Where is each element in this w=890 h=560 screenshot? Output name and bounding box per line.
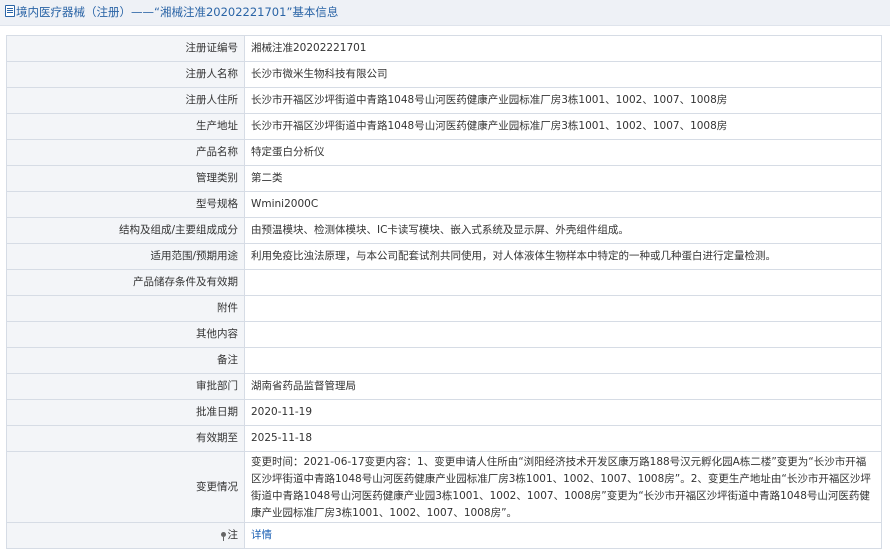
row-value-product-name: 特定蛋白分析仪 xyxy=(244,139,882,166)
row-value-other-content xyxy=(244,321,882,348)
row-label-registrant-address: 注册人住所 xyxy=(6,87,245,114)
table-row: 注 详情 xyxy=(6,522,882,549)
row-value-registration-number: 湘械注准20202221701 xyxy=(244,35,882,62)
document-icon xyxy=(5,5,15,17)
table-row: 附件 xyxy=(6,295,882,322)
row-label-storage-validity: 产品储存条件及有效期 xyxy=(6,269,245,296)
row-label-remarks: 备注 xyxy=(6,347,245,374)
row-label-production-address: 生产地址 xyxy=(6,113,245,140)
row-label-note: 注 xyxy=(6,522,245,549)
row-value-storage-validity xyxy=(244,269,882,296)
row-value-remarks xyxy=(244,347,882,374)
row-label-product-name: 产品名称 xyxy=(6,139,245,166)
row-label-valid-until: 有效期至 xyxy=(6,425,245,452)
table-row: 注册证编号 湘械注准20202221701 xyxy=(6,35,882,62)
row-value-note: 详情 xyxy=(244,522,882,549)
row-label-change-history: 变更情况 xyxy=(6,451,245,523)
pin-icon xyxy=(220,532,226,541)
row-value-intended-use: 利用免疫比浊法原理，与本公司配套试剂共同使用，对人体液体生物样本中特定的一种或几… xyxy=(244,243,882,270)
row-value-approval-date: 2020-11-19 xyxy=(244,399,882,426)
table-row: 管理类别 第二类 xyxy=(6,165,882,192)
row-label-registrant-name: 注册人名称 xyxy=(6,61,245,88)
header-category: 境内医疗器械（注册）—— xyxy=(16,5,154,19)
header-title: “湘械注准20202221701”基本信息 xyxy=(154,5,339,19)
table-row: 生产地址 长沙市开福区沙坪街道中青路1048号山河医药健康产业园标准厂房3栋10… xyxy=(6,113,882,140)
table-row: 注册人住所 长沙市开福区沙坪街道中青路1048号山河医药健康产业园标准厂房3栋1… xyxy=(6,87,882,114)
table-row: 结构及组成/主要组成成分 由预温模块、检测体模块、IC卡读写模块、嵌入式系统及显… xyxy=(6,217,882,244)
table-row: 备注 xyxy=(6,347,882,374)
row-value-attachment xyxy=(244,295,882,322)
row-value-registrant-name: 长沙市微米生物科技有限公司 xyxy=(244,61,882,88)
table-row: 产品名称 特定蛋白分析仪 xyxy=(6,139,882,166)
table-row: 变更情况 变更时间：2021-06-17变更内容：1、变更申请人住所由“浏阳经济… xyxy=(6,451,882,523)
table-row: 注册人名称 长沙市微米生物科技有限公司 xyxy=(6,61,882,88)
registration-info-table: 注册证编号 湘械注准20202221701 注册人名称 长沙市微米生物科技有限公… xyxy=(6,35,882,549)
table-row: 有效期至 2025-11-18 xyxy=(6,425,882,452)
row-label-model-spec: 型号规格 xyxy=(6,191,245,218)
table-row: 审批部门 湖南省药品监督管理局 xyxy=(6,373,882,400)
row-value-model-spec: Wmini2000C xyxy=(244,191,882,218)
row-value-structure-composition: 由预温模块、检测体模块、IC卡读写模块、嵌入式系统及显示屏、外壳组件组成。 xyxy=(244,217,882,244)
row-value-change-history: 变更时间：2021-06-17变更内容：1、变更申请人住所由“浏阳经济技术开发区… xyxy=(244,451,882,523)
page-header: 境内医疗器械（注册）——“湘械注准20202221701”基本信息 xyxy=(0,0,890,26)
row-label-structure-composition: 结构及组成/主要组成成分 xyxy=(6,217,245,244)
row-value-approval-department: 湖南省药品监督管理局 xyxy=(244,373,882,400)
row-value-registrant-address: 长沙市开福区沙坪街道中青路1048号山河医药健康产业园标准厂房3栋1001、10… xyxy=(244,87,882,114)
row-label-management-class: 管理类别 xyxy=(6,165,245,192)
table-row: 其他内容 xyxy=(6,321,882,348)
row-value-production-address: 长沙市开福区沙坪街道中青路1048号山河医药健康产业园标准厂房3栋1001、10… xyxy=(244,113,882,140)
row-label-attachment: 附件 xyxy=(6,295,245,322)
row-label-intended-use: 适用范围/预期用途 xyxy=(6,243,245,270)
note-label: 注 xyxy=(227,529,239,541)
row-label-registration-number: 注册证编号 xyxy=(6,35,245,62)
details-link[interactable]: 详情 xyxy=(251,529,272,541)
table-row: 适用范围/预期用途 利用免疫比浊法原理，与本公司配套试剂共同使用，对人体液体生物… xyxy=(6,243,882,270)
table-row: 型号规格 Wmini2000C xyxy=(6,191,882,218)
table-row: 批准日期 2020-11-19 xyxy=(6,399,882,426)
row-label-approval-department: 审批部门 xyxy=(6,373,245,400)
row-value-management-class: 第二类 xyxy=(244,165,882,192)
table-row: 产品储存条件及有效期 xyxy=(6,269,882,296)
row-label-other-content: 其他内容 xyxy=(6,321,245,348)
row-label-approval-date: 批准日期 xyxy=(6,399,245,426)
row-value-valid-until: 2025-11-18 xyxy=(244,425,882,452)
